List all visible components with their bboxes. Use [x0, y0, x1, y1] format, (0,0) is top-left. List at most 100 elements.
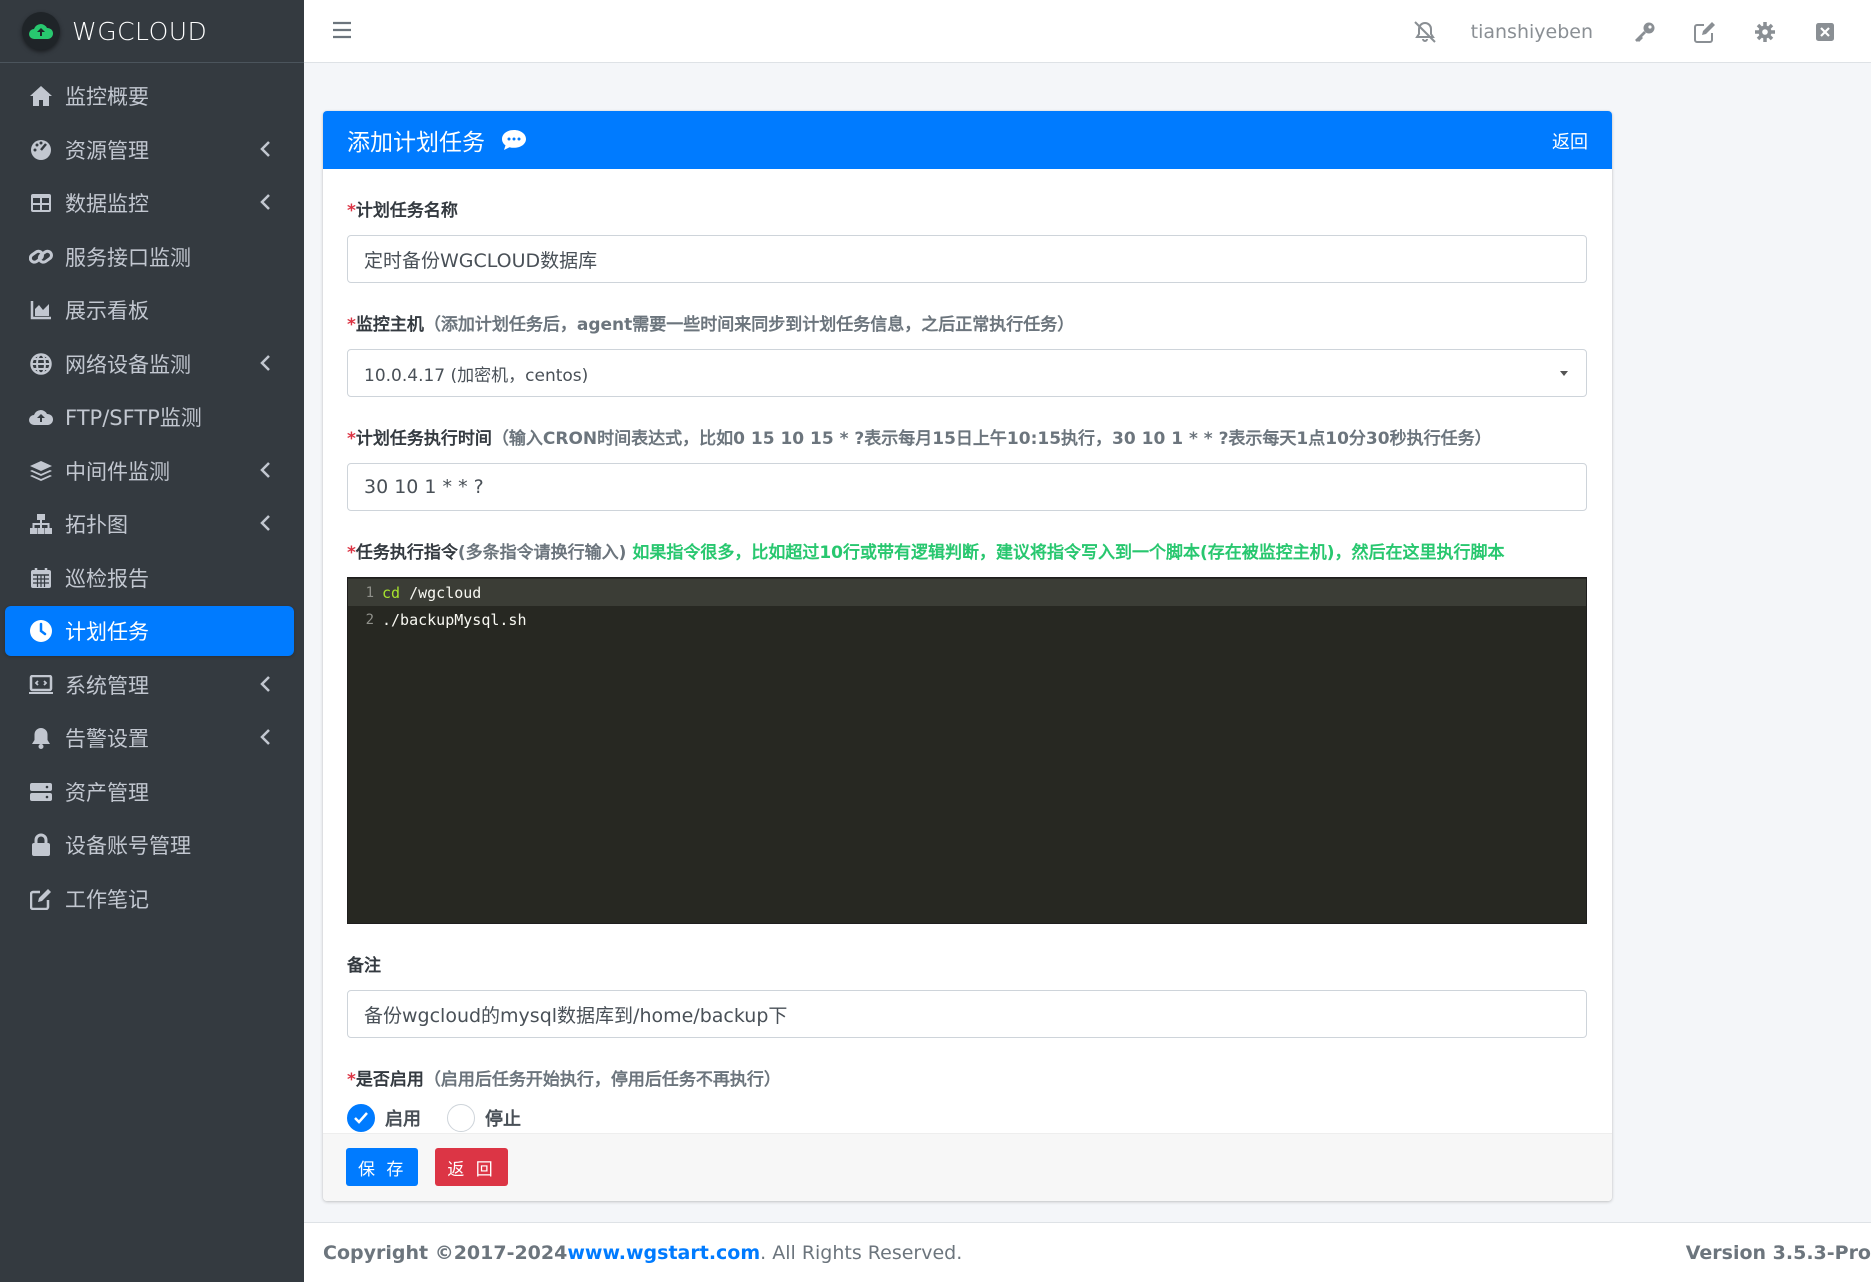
sidebar-item-label: 告警设置 — [65, 727, 149, 751]
sidebar-item-label: 巡检报告 — [65, 566, 149, 591]
comment-icon[interactable] — [501, 127, 527, 153]
close-window-icon[interactable] — [1811, 18, 1839, 46]
sidebar-item-service-api[interactable]: 服务接口监测 — [5, 232, 294, 282]
code-keyword: cd — [382, 583, 401, 602]
bell-slash-icon[interactable] — [1411, 18, 1439, 46]
top-navbar: tianshiyeben — [304, 0, 1871, 63]
radio-unchecked-icon — [447, 1104, 475, 1132]
sidebar-item-label: 设备账号管理 — [65, 834, 191, 858]
sidebar-item-network[interactable]: 网络设备监测 — [5, 339, 294, 389]
area-chart-icon — [27, 296, 55, 324]
back-button[interactable]: 返 回 — [435, 1148, 508, 1186]
brand[interactable]: WGCLOUD — [0, 0, 304, 63]
chevron-left-icon — [260, 461, 270, 478]
sidebar-item-scheduled-tasks[interactable]: 计划任务 — [5, 606, 294, 656]
sidebar-item-label: 资源管理 — [65, 138, 149, 163]
page-footer: Copyright ©2017-2024 www.wgstart.com . A… — [304, 1222, 1871, 1282]
lock-icon — [27, 831, 55, 859]
host-select-value: 10.0.4.17 (加密机，centos) — [364, 365, 589, 386]
sidebar-item-data-monitor[interactable]: 数据监控 — [5, 178, 294, 228]
laptop-code-icon — [27, 671, 55, 699]
rights-text: . All Rights Reserved. — [760, 1241, 963, 1264]
save-button[interactable]: 保 存 — [346, 1148, 419, 1186]
radio-label: 启用 — [385, 1109, 421, 1130]
website-link[interactable]: www.wgstart.com — [567, 1242, 760, 1264]
sidebar-item-work-notes[interactable]: 工作笔记 — [5, 874, 294, 924]
sidebar-nav: 监控概要 资源管理 数据监控 服务接口监测 展示看板 网络设备监测 FTP/SF… — [0, 63, 304, 924]
sidebar-item-label: 服务接口监测 — [65, 245, 191, 270]
sidebar-item-label: 网络设备监测 — [65, 352, 191, 377]
username[interactable]: tianshiyeben — [1471, 21, 1593, 43]
header-back-link[interactable]: 返回 — [1552, 128, 1588, 154]
brand-name: WGCLOUD — [72, 16, 208, 46]
cloud-logo-icon — [22, 12, 60, 50]
sidebar-item-topology[interactable]: 拓扑图 — [5, 499, 294, 549]
remark-label: 备注 — [347, 956, 381, 976]
code-text: /wgcloud — [400, 583, 482, 602]
radio-checked-icon — [347, 1104, 375, 1132]
sidebar-item-dashboard[interactable]: 监控概要 — [5, 71, 294, 121]
chevron-left-icon — [260, 729, 270, 745]
cron-label: *计划任务执行时间（输入CRON时间表达式，比如0 15 10 15 * ?表示… — [347, 429, 1492, 449]
card-footer: 保 存 返 回 — [323, 1133, 1612, 1201]
home-icon — [27, 82, 55, 110]
page-title: 添加计划任务 — [347, 130, 485, 156]
sitemap-icon — [27, 510, 55, 538]
form-body: *计划任务名称 定时备份WGCLOUD数据库 *监控主机（添加计划任务后，age… — [323, 196, 1612, 1132]
hamburger-menu-icon[interactable] — [330, 18, 354, 42]
cron-input[interactable]: 30 10 1 * * ? — [347, 463, 1587, 511]
task-name-input[interactable]: 定时备份WGCLOUD数据库 — [347, 235, 1587, 283]
task-name-label: *计划任务名称 — [347, 201, 458, 221]
version-text: Version 3.5.3-Pro — [1685, 1242, 1871, 1264]
gear-icon[interactable] — [1751, 18, 1779, 46]
command-label: *任务执行指令(多条指令请换行输入) 如果指令很多，比如超过10行或带有逻辑判断… — [347, 543, 1505, 563]
sidebar-item-device-accounts[interactable]: 设备账号管理 — [5, 820, 294, 870]
code-text: ./backupMysql.sh — [382, 610, 527, 629]
card-header: 添加计划任务 返回 — [323, 111, 1612, 169]
command-code-editor[interactable]: 1 cd /wgcloud 2 ./backupMysql.sh — [347, 577, 1587, 924]
enabled-label: *是否启用（启用后任务开始执行，停用后任务不再执行） — [347, 1070, 781, 1090]
sidebar: WGCLOUD 监控概要 资源管理 数据监控 服务接口监测 展示看板 网络设备监… — [0, 0, 304, 1282]
sidebar-item-label: 工作笔记 — [65, 887, 149, 912]
sidebar-item-label: 计划任务 — [65, 620, 149, 644]
link-icon — [27, 243, 55, 271]
chevron-left-icon — [260, 354, 270, 371]
sidebar-item-assets[interactable]: 资产管理 — [5, 767, 294, 817]
clock-icon — [27, 617, 55, 645]
sidebar-item-label: FTP/SFTP监测 — [65, 406, 202, 430]
sidebar-item-middleware[interactable]: 中间件监测 — [5, 446, 294, 496]
tachometer-icon — [27, 136, 55, 164]
globe-icon — [27, 350, 55, 378]
sidebar-item-resources[interactable]: 资源管理 — [5, 125, 294, 175]
dropdown-caret-icon — [1560, 371, 1568, 376]
edit-icon — [27, 885, 55, 913]
key-icon[interactable] — [1631, 18, 1659, 46]
table-icon — [27, 189, 55, 217]
radio-disable[interactable]: 停止 — [447, 1104, 521, 1132]
enabled-radio-group: 启用 停止 — [347, 1104, 1588, 1132]
sidebar-item-inspection[interactable]: 巡检报告 — [5, 553, 294, 603]
sidebar-item-ftp[interactable]: FTP/SFTP监测 — [5, 392, 294, 442]
code-line: 2 ./backupMysql.sh — [348, 606, 1586, 633]
calendar-icon — [27, 564, 55, 592]
remark-input[interactable]: 备份wgcloud的mysql数据库到/home/backup下 — [347, 990, 1587, 1038]
cloud-upload-icon — [27, 403, 55, 431]
chevron-left-icon — [260, 194, 270, 210]
sidebar-item-dashboard-board[interactable]: 展示看板 — [5, 285, 294, 335]
sidebar-item-label: 数据监控 — [65, 192, 149, 216]
chevron-left-icon — [260, 140, 270, 157]
code-line: 1 cd /wgcloud — [348, 579, 1586, 606]
sidebar-item-label: 资产管理 — [65, 780, 149, 805]
sidebar-item-alerts[interactable]: 告警设置 — [5, 713, 294, 763]
chevron-left-icon — [260, 515, 270, 531]
copyright-text: Copyright ©2017-2024 — [323, 1241, 568, 1264]
bell-icon — [27, 724, 55, 752]
edit-icon[interactable] — [1691, 18, 1719, 46]
line-number: 2 — [365, 611, 374, 628]
sidebar-item-label: 中间件监测 — [65, 459, 170, 484]
sidebar-item-system[interactable]: 系统管理 — [5, 660, 294, 710]
radio-enable[interactable]: 启用 — [347, 1104, 421, 1132]
server-icon — [27, 778, 55, 806]
host-select[interactable]: 10.0.4.17 (加密机，centos) — [347, 349, 1587, 397]
sidebar-item-label: 拓扑图 — [65, 513, 128, 537]
